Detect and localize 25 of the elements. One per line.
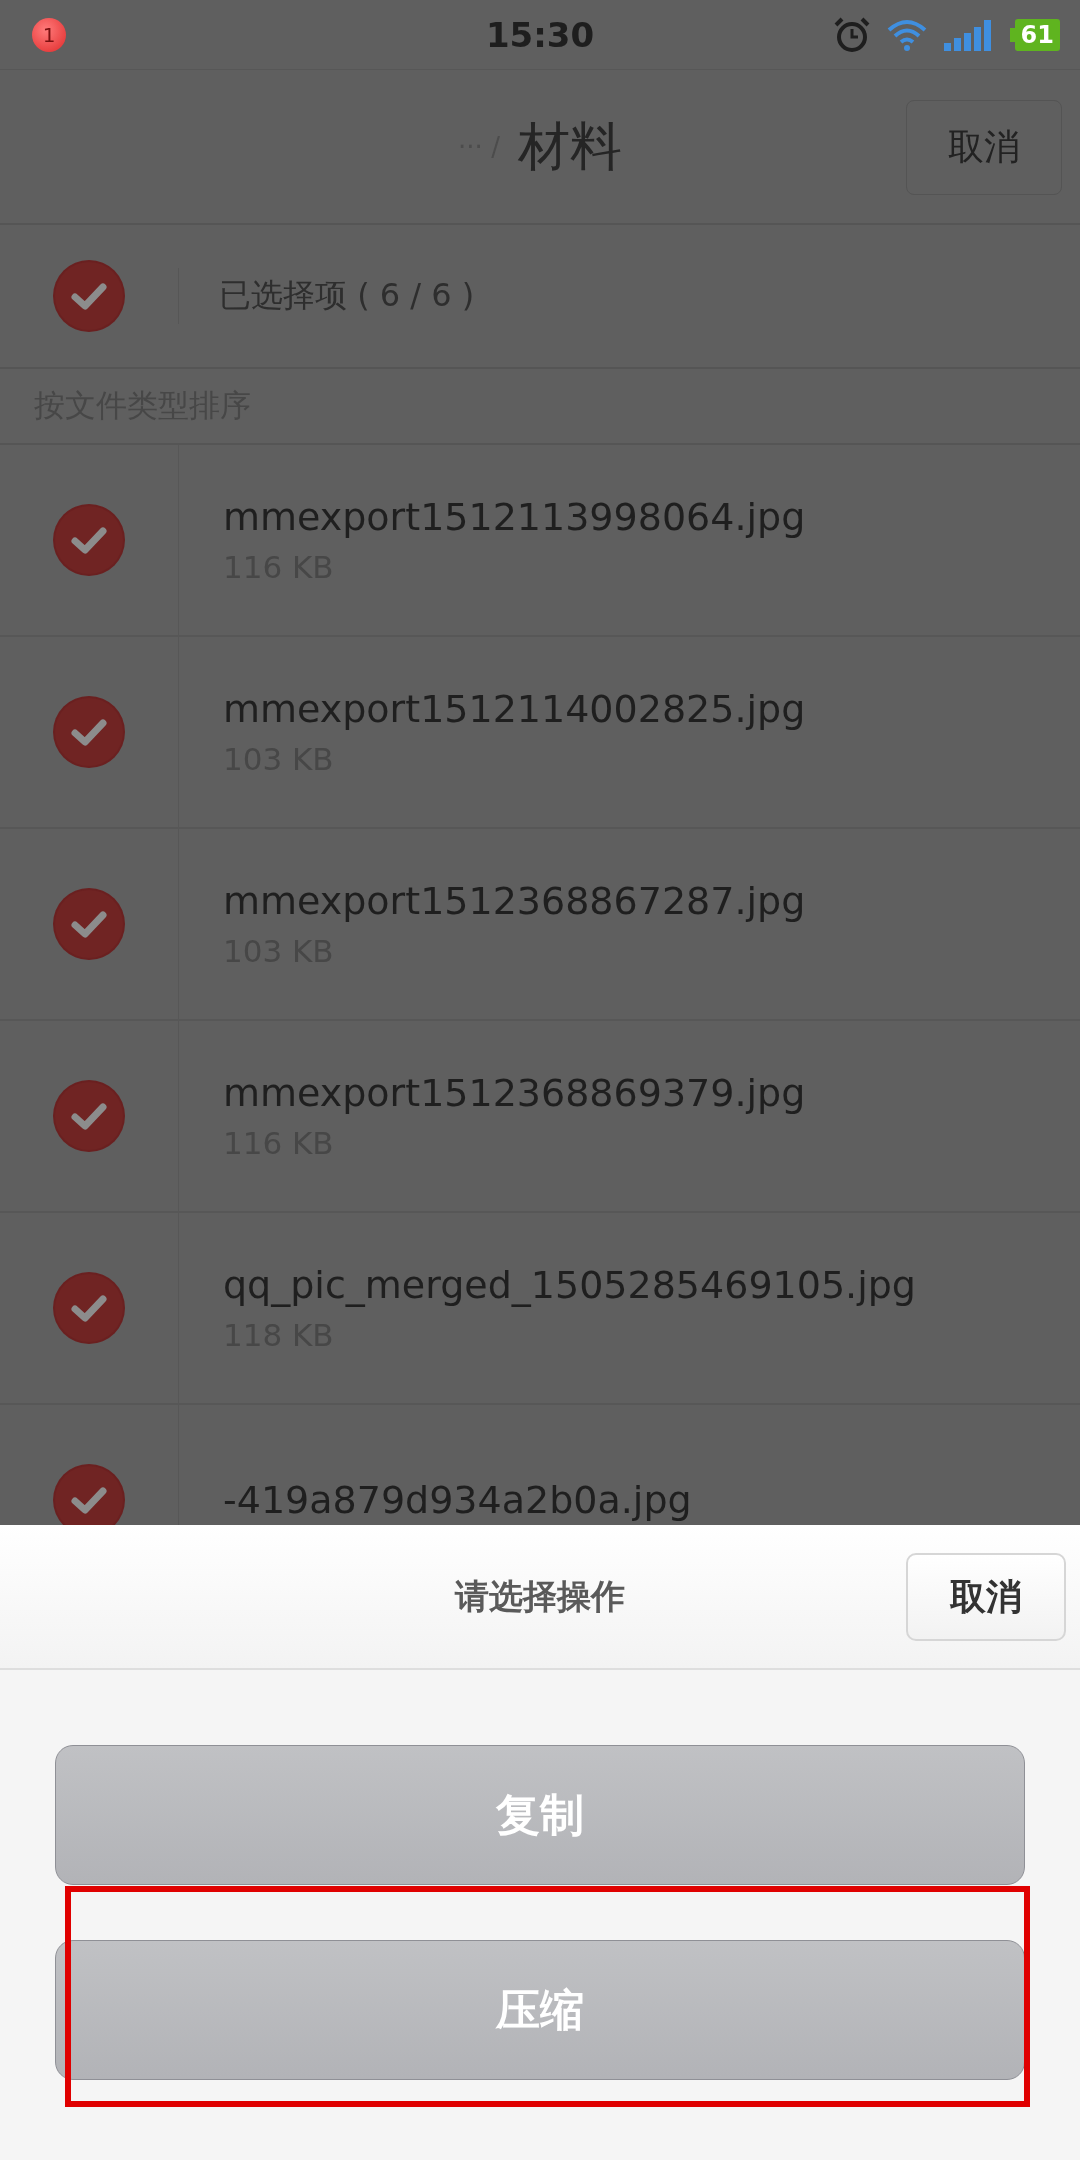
- notification-badge: 1: [32, 17, 66, 52]
- file-name: mmexport1512113998064.jpg: [223, 495, 806, 539]
- checked-icon[interactable]: [52, 259, 126, 333]
- sheet-title: 请选择操作: [455, 1574, 625, 1618]
- battery-indicator: 61: [1009, 18, 1060, 51]
- checked-icon[interactable]: [52, 1271, 126, 1345]
- breadcrumb[interactable]: ··· /: [458, 131, 500, 162]
- action-button[interactable]: 复制: [55, 1745, 1025, 1885]
- cancel-button[interactable]: 取消: [906, 1553, 1066, 1641]
- file-name: mmexport1512114002825.jpg: [223, 687, 806, 731]
- checked-icon[interactable]: [52, 887, 126, 961]
- file-name: mmexport1512368867287.jpg: [223, 879, 806, 923]
- signal-icon: [943, 18, 994, 51]
- folder-title: 材料: [517, 114, 622, 178]
- checked-icon[interactable]: [52, 1079, 126, 1153]
- cancel-button[interactable]: 取消: [906, 100, 1062, 195]
- alarm-icon: [833, 16, 870, 53]
- file-name: -419a879d934a2b0a.jpg: [223, 1478, 692, 1522]
- file-name: mmexport1512368869379.jpg: [223, 1071, 806, 1115]
- checked-icon[interactable]: [52, 695, 126, 769]
- clock-time: 15:30: [485, 14, 595, 55]
- checked-icon[interactable]: [52, 503, 126, 577]
- wifi-icon: [885, 17, 928, 52]
- action-button[interactable]: 压缩: [55, 1940, 1025, 2080]
- file-name: qq_pic_merged_1505285469105.jpg: [223, 1263, 916, 1307]
